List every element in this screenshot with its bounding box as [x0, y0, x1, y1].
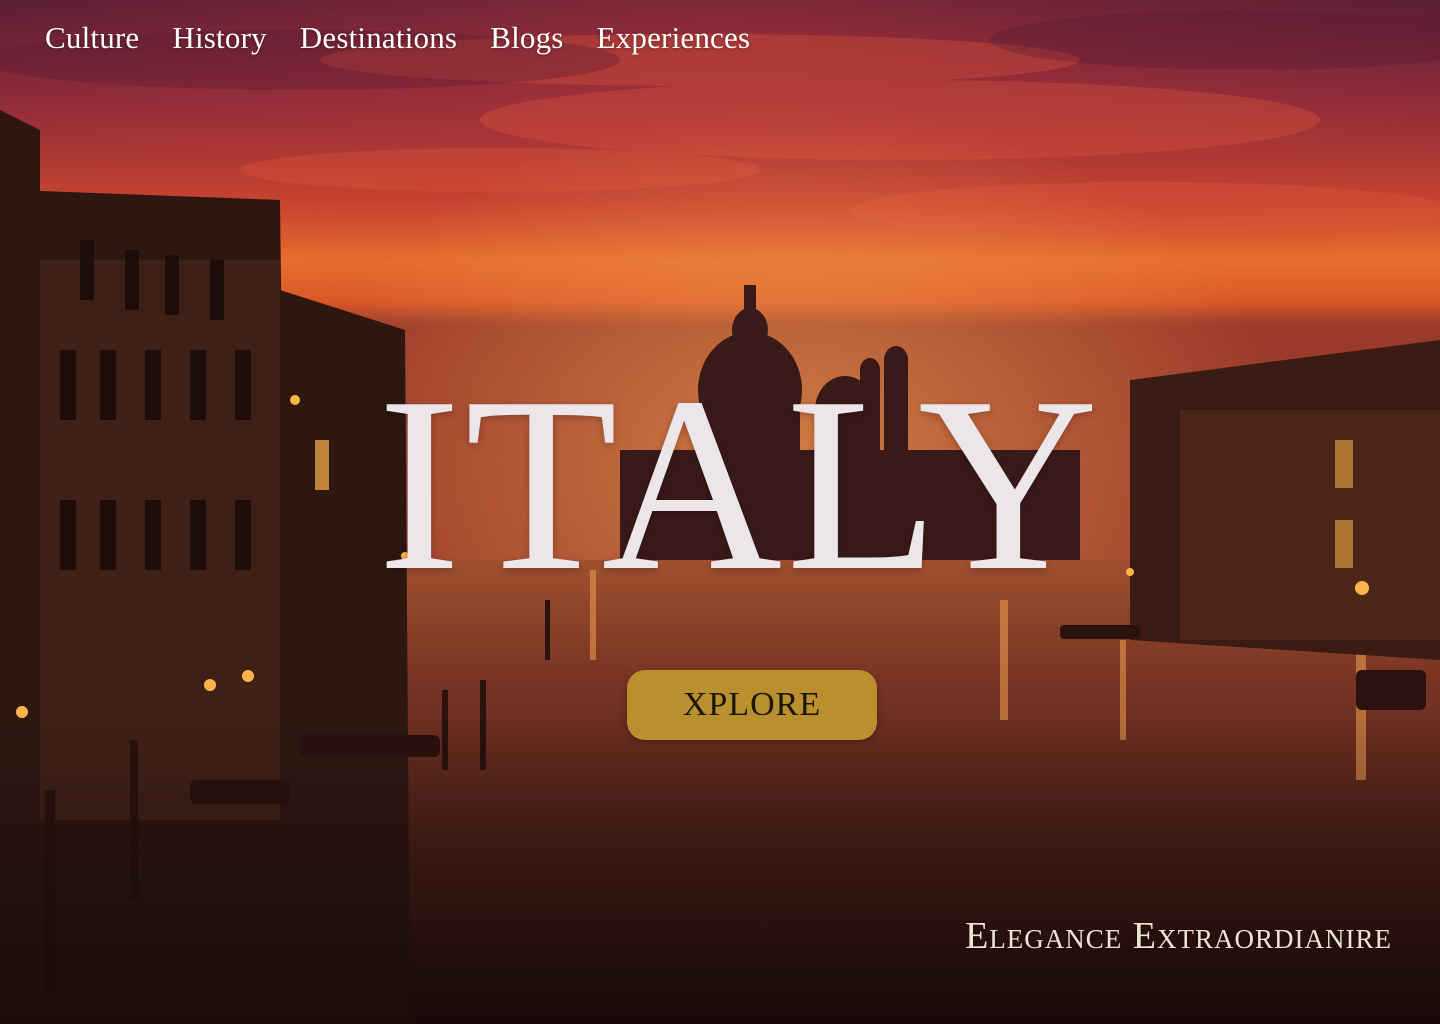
- nav-link-blogs[interactable]: Blogs: [490, 18, 563, 58]
- nav-link-destinations[interactable]: Destinations: [300, 18, 457, 58]
- hero-title: ITALY: [377, 346, 1103, 623]
- nav-link-history[interactable]: History: [172, 18, 266, 58]
- explore-button[interactable]: XPLORE: [627, 670, 877, 740]
- nav-link-experiences[interactable]: Experiences: [597, 18, 751, 58]
- hero-tagline: Elegance Extraordianire: [965, 915, 1392, 957]
- main-navigation: Culture History Destinations Blogs Exper…: [45, 18, 750, 58]
- nav-link-culture[interactable]: Culture: [45, 18, 139, 58]
